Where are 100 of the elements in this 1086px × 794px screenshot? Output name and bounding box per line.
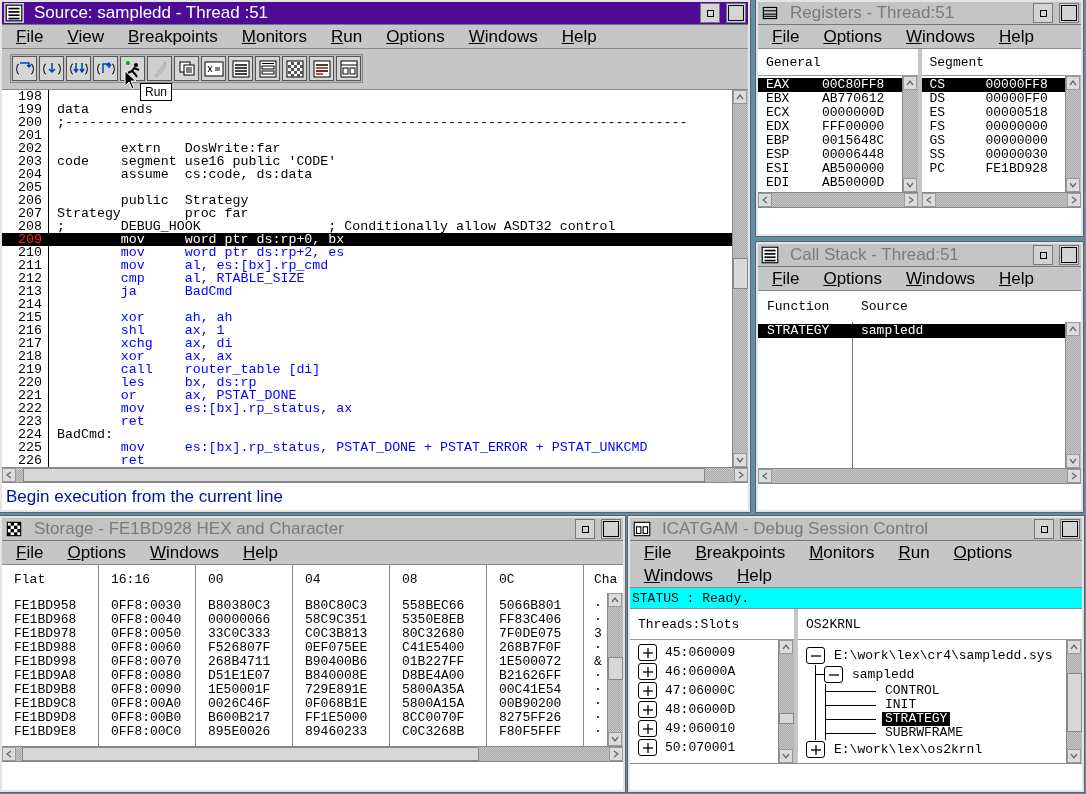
thread-item[interactable]: 47:06000C — [665, 683, 736, 698]
toolbar-button[interactable] — [174, 56, 199, 81]
menu-item[interactable]: Windows — [906, 26, 975, 47]
collapse-button[interactable] — [806, 647, 825, 664]
register-row[interactable]: EAX 00C80FF8 — [758, 78, 902, 92]
thread-item[interactable]: 49:060010 — [665, 721, 736, 736]
scroll-left-button[interactable] — [2, 468, 16, 482]
horizontal-scrollbar[interactable] — [2, 746, 623, 761]
expand-button[interactable] — [638, 682, 657, 699]
menu-item[interactable]: Windows — [150, 542, 219, 563]
menu-item[interactable]: Help — [999, 26, 1034, 47]
menu-item[interactable]: Options — [823, 268, 882, 289]
menu-item[interactable]: File — [772, 268, 800, 289]
scroll-down-button[interactable] — [1067, 749, 1081, 763]
register-row[interactable]: DS 00000FF0 — [921, 92, 1065, 106]
scroll-up-button[interactable] — [1066, 322, 1080, 336]
horizontal-scrollbar[interactable] — [758, 468, 1081, 483]
menu-item[interactable]: Monitors — [241, 26, 307, 47]
register-row[interactable]: EBP 0015648C — [758, 134, 902, 148]
register-row[interactable]: EBX AB770612 — [758, 92, 902, 106]
toolbar-button[interactable] — [201, 56, 226, 81]
scroll-down-button[interactable] — [902, 178, 917, 192]
menu-item[interactable]: Help — [561, 26, 597, 47]
scroll-right-button[interactable] — [609, 747, 623, 761]
vertical-scrollbar[interactable] — [778, 640, 794, 763]
register-row[interactable]: ES 00000518 — [921, 106, 1065, 120]
scroll-right-button[interactable] — [1067, 193, 1081, 207]
tree-item[interactable]: E:\work\lex\cr4\sampledd.sys — [831, 648, 1056, 663]
menu-item[interactable]: Options — [386, 26, 445, 47]
menu-item[interactable]: View — [67, 26, 104, 47]
toolbar-button[interactable] — [255, 56, 280, 81]
scroll-down-button[interactable] — [1066, 454, 1080, 468]
vertical-scrollbar[interactable] — [1065, 76, 1081, 192]
tree-item[interactable]: CONTROL — [882, 684, 943, 698]
system-menu-icon[interactable] — [4, 3, 24, 23]
menu-item[interactable]: Monitors — [809, 542, 875, 563]
menu-item[interactable]: Run — [330, 26, 363, 47]
scroll-thumb[interactable] — [1067, 673, 1082, 732]
scroll-up-button[interactable] — [1066, 76, 1080, 90]
register-row[interactable]: ECX 0000000D — [758, 106, 902, 120]
tree-item[interactable]: STRATEGY — [882, 712, 951, 726]
scroll-down-button[interactable] — [733, 453, 747, 467]
horizontal-scrollbar[interactable] — [758, 192, 918, 207]
toolbar-button[interactable] — [336, 56, 361, 81]
menu-item[interactable]: Options — [67, 542, 126, 563]
scroll-left-button[interactable] — [2, 747, 16, 761]
menu-item[interactable]: Breakpoints — [127, 26, 218, 47]
maximize-button[interactable] — [726, 3, 746, 23]
register-row[interactable]: EDX FFF00000 — [758, 120, 902, 134]
vertical-scrollbar[interactable] — [1065, 322, 1081, 468]
tree-item[interactable]: INIT — [882, 698, 920, 712]
menu-item[interactable]: Help — [999, 268, 1034, 289]
call-stack-row[interactable]: STRATEGY sampledd — [758, 324, 1065, 338]
scroll-thumb[interactable] — [779, 712, 794, 725]
menu-item[interactable]: Help — [736, 565, 772, 586]
vertical-scrollbar[interactable] — [901, 76, 918, 192]
expand-button[interactable] — [806, 741, 825, 758]
horizontal-scrollbar[interactable] — [921, 192, 1081, 207]
tree-item[interactable]: SUBRWFRAME — [882, 726, 966, 740]
register-row[interactable]: ESI AB500000 — [758, 162, 902, 176]
toolbar-button[interactable] — [309, 56, 334, 81]
menu-item[interactable]: Windows — [906, 268, 975, 289]
register-row[interactable]: CS 00000FF8 — [921, 78, 1065, 92]
menu-item[interactable]: Windows — [468, 26, 538, 47]
menu-item[interactable]: Breakpoints — [695, 542, 786, 563]
scroll-left-button[interactable] — [758, 193, 772, 207]
register-row[interactable]: FS 00000000 — [921, 120, 1065, 134]
scroll-thumb[interactable] — [608, 657, 623, 680]
collapse-button[interactable] — [824, 666, 843, 683]
toolbar-button[interactable] — [228, 56, 253, 81]
scroll-thumb[interactable] — [21, 747, 479, 761]
scroll-up-button[interactable] — [779, 640, 793, 654]
menu-item[interactable]: Help — [243, 542, 278, 563]
expand-button[interactable] — [638, 739, 657, 756]
thread-item[interactable]: 45:060009 — [665, 645, 736, 660]
menu-item[interactable]: File — [644, 542, 672, 563]
thread-item[interactable]: 50:070001 — [665, 740, 736, 755]
scroll-down-button[interactable] — [608, 732, 622, 746]
scroll-thumb[interactable] — [733, 257, 748, 289]
register-row[interactable]: PC FE1BD928 — [921, 162, 1065, 176]
vertical-scrollbar[interactable] — [732, 90, 748, 467]
expand-button[interactable] — [638, 644, 657, 661]
scroll-right-button[interactable] — [1067, 469, 1081, 483]
vertical-scrollbar[interactable] — [1066, 640, 1082, 763]
register-row[interactable]: ESP 00006448 — [758, 148, 902, 162]
scroll-up-button[interactable] — [608, 593, 622, 607]
menu-item[interactable]: File — [772, 26, 800, 47]
scroll-up-button[interactable] — [902, 76, 917, 90]
vertical-scrollbar[interactable] — [607, 593, 623, 746]
scroll-up-button[interactable] — [733, 90, 747, 104]
tree-item[interactable]: E:\work\lex\os2krnl — [831, 742, 986, 757]
menu-item[interactable]: File — [16, 542, 44, 563]
scroll-down-button[interactable] — [779, 749, 793, 763]
menu-item[interactable]: Windows — [644, 565, 713, 586]
register-row[interactable]: EDI AB50000D — [758, 176, 902, 190]
expand-button[interactable] — [638, 663, 657, 680]
scroll-left-button[interactable] — [758, 469, 772, 483]
expand-button[interactable] — [638, 720, 657, 737]
thread-item[interactable]: 46:06000A — [665, 664, 736, 679]
thread-item[interactable]: 48:06000D — [665, 702, 736, 717]
